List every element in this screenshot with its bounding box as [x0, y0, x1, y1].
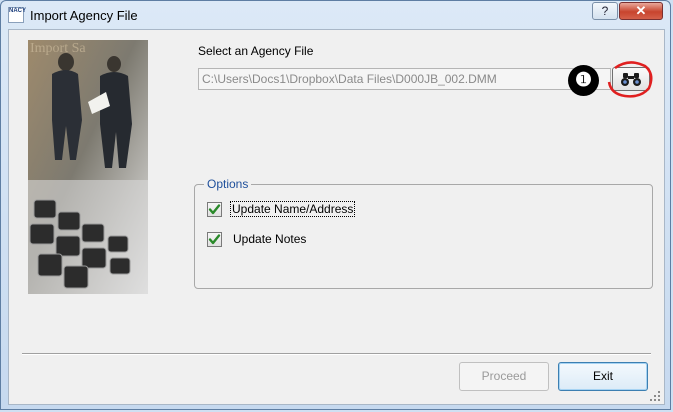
select-file-label: Select an Agency File [198, 44, 314, 58]
update-name-address-label[interactable]: Update Name/Address [229, 201, 356, 217]
app-icon: NACY [8, 7, 26, 23]
proceed-button[interactable]: Proceed [459, 362, 549, 391]
title-bar[interactable]: NACY Import Agency File ? ✕ [1, 1, 670, 31]
close-button[interactable]: ✕ [619, 2, 663, 20]
update-name-address-checkbox[interactable] [207, 202, 222, 217]
checkmark-icon [208, 204, 221, 215]
file-path-field[interactable]: C:\Users\Docs1\Dropbox\Data Files\D000JB… [198, 68, 611, 90]
business-people-image: Import Sa [28, 40, 148, 294]
update-notes-label[interactable]: Update Notes [233, 232, 306, 246]
resize-grip-icon[interactable] [649, 390, 661, 402]
update-notes-checkbox[interactable] [207, 232, 222, 247]
help-button[interactable]: ? [592, 2, 618, 20]
window-title: Import Agency File [30, 8, 138, 23]
options-legend: Options [204, 177, 252, 191]
import-agency-file-window: NACY Import Agency File ? ✕ Import Sa Se… [0, 0, 671, 410]
dialog-client-area: Import Sa Select an Agency File C:\Users… [8, 29, 665, 405]
exit-button[interactable]: Exit [558, 362, 648, 391]
watermark-text: Import Sa [30, 41, 86, 56]
footer-separator [22, 353, 651, 355]
callout-number-badge: ❶ [568, 65, 599, 96]
red-highlight-ring [607, 61, 653, 98]
side-image-illustration: Import Sa [28, 40, 148, 294]
checkmark-icon [208, 234, 221, 245]
